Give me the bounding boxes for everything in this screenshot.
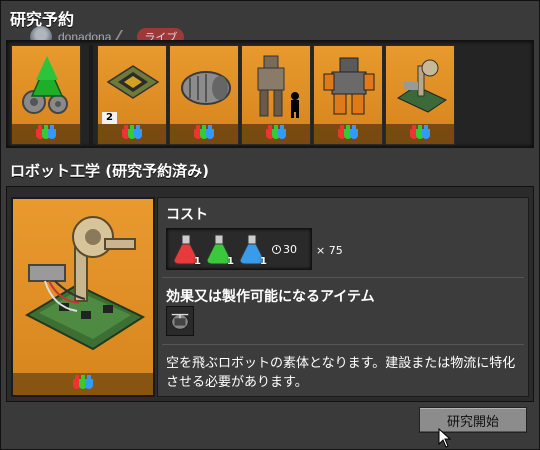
armor-icon — [323, 57, 375, 115]
cost-item[interactable]: 1 — [171, 232, 201, 267]
time-value: 30 — [283, 242, 297, 256]
queue-count-badge: 2 — [102, 112, 117, 124]
queue-slot-electric-engine[interactable] — [169, 45, 239, 145]
science-packs — [13, 373, 153, 395]
queue-slot-exoskeleton[interactable] — [241, 45, 311, 145]
cost-item[interactable]: 1 — [237, 232, 267, 267]
science-packs — [386, 124, 454, 144]
selected-research-title: ロボット工学 (研究予約済み) — [10, 162, 209, 180]
divider — [162, 344, 524, 345]
divider — [162, 277, 524, 278]
flying-robot-frame-icon — [171, 313, 189, 330]
blue-flask-icon — [206, 125, 214, 139]
research-queue-bar: 2 — [6, 40, 534, 148]
science-packs — [314, 124, 382, 144]
queue-slot-robotics-tech[interactable] — [11, 45, 81, 145]
cost-heading: コスト — [166, 207, 208, 223]
clock-icon — [272, 244, 281, 254]
cost-count: 1 — [260, 256, 267, 267]
mouse-cursor-icon — [438, 428, 452, 448]
blue-flask-icon — [85, 375, 93, 389]
queue-slot-robotics[interactable] — [385, 45, 455, 145]
robot-frame-icon — [24, 216, 146, 351]
blue-flask-icon — [422, 125, 430, 139]
blue-flask-icon — [134, 125, 142, 139]
cost-count: 1 — [194, 256, 201, 267]
research-info: コスト 1 1 1 30 × 75 効果又は製作可能になるアイテム 空を飛ぶロボ… — [157, 197, 529, 397]
start-research-button[interactable]: 研究開始 — [419, 407, 527, 433]
gears-tree-icon — [22, 56, 68, 114]
research-time: 30 — [272, 243, 297, 256]
motor-icon — [181, 71, 231, 105]
blue-flask-icon — [48, 125, 56, 139]
science-packs — [12, 124, 80, 144]
science-packs — [242, 124, 310, 144]
research-detail-panel: コスト 1 1 1 30 × 75 効果又は製作可能になるアイテム 空を飛ぶロボ… — [6, 186, 534, 402]
cost-count: 1 — [227, 256, 234, 267]
research-description: 空を飛ぶロボットの素体となります。建設または物流に特化させる必要があります。 — [166, 356, 516, 390]
unlock-item[interactable] — [166, 306, 194, 336]
research-icon-large — [11, 197, 155, 397]
unlock-heading: 効果又は製作可能になるアイテム — [166, 289, 375, 305]
science-packs — [98, 124, 166, 144]
cost-multiplier: × 75 — [316, 244, 343, 257]
robot-frame-icon — [396, 59, 448, 113]
cost-item[interactable]: 1 — [204, 232, 234, 267]
queue-slot-advanced-circuit[interactable]: 2 — [97, 45, 167, 145]
science-packs — [170, 124, 238, 144]
queue-slot-modular-armor[interactable] — [313, 45, 383, 145]
queue-divider — [89, 45, 93, 145]
blue-flask-icon — [278, 125, 286, 139]
exoskeleton-icon — [257, 55, 299, 118]
blue-flask-icon — [350, 125, 358, 139]
cost-box: 1 1 1 30 — [166, 228, 312, 270]
